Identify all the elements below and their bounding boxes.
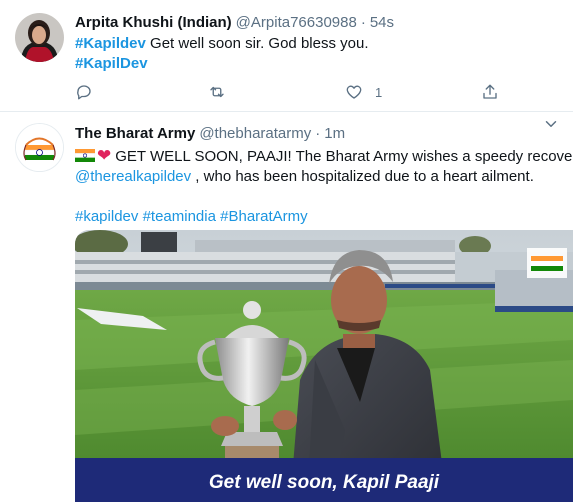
separator-dot: · — [315, 124, 321, 142]
hashtag-link[interactable]: #KapilDev — [75, 55, 148, 72]
tweet-header: Arpita Khushi (Indian) @Arpita76630988 ·… — [75, 12, 573, 32]
tweet-body: Get well soon sir. God bless you. — [145, 35, 369, 52]
author-name[interactable]: The Bharat Army — [75, 125, 195, 142]
reply-button[interactable] — [75, 80, 93, 104]
timestamp[interactable]: 1m — [324, 125, 345, 142]
author-handle[interactable]: @thebharatarmy — [199, 125, 311, 142]
timestamp[interactable]: 54s — [370, 14, 394, 31]
india-flag-icon — [75, 149, 95, 162]
tweet-hashtags: #kapildev #teamindia #BharatArmy — [75, 207, 573, 227]
tweet-body-rest: , who has been hospitalized due to a hea… — [191, 168, 534, 185]
tweet-text-line2: @therealkapildev , who has been hospital… — [75, 167, 573, 187]
avatar-arpita-image — [15, 13, 64, 62]
like-button[interactable]: 1 — [345, 80, 382, 104]
hashtag-link[interactable]: #kapildev — [75, 208, 138, 225]
like-count: 1 — [375, 84, 383, 100]
hashtag-link[interactable]: #teamindia — [143, 208, 216, 225]
author-name[interactable]: Arpita Khushi (Indian) — [75, 14, 232, 31]
tweet-actions: 1 — [75, 80, 515, 104]
avatar-bharat-army[interactable] — [15, 123, 64, 172]
tweet-arpita[interactable]: Arpita Khushi (Indian) @Arpita76630988 ·… — [0, 0, 573, 112]
bharat-army-logo — [16, 124, 63, 171]
red-heart-icon: ❤ — [97, 146, 112, 165]
avatar-arpita[interactable] — [15, 13, 64, 62]
hashtag-link[interactable]: #BharatArmy — [220, 208, 308, 225]
tweet-bharat-army[interactable]: The Bharat Army @thebharatarmy · 1m ❤ GET… — [0, 113, 573, 502]
author-handle[interactable]: @Arpita76630988 — [236, 14, 357, 31]
reply-icon — [77, 85, 91, 100]
media-caption-bar: Get well soon, Kapil Paaji — [75, 458, 573, 502]
retweet-icon — [210, 86, 224, 98]
tweet-text-line2: #KapilDev — [75, 54, 573, 74]
hashtag-link[interactable]: #Kapildev — [75, 35, 146, 52]
tweet-content: Arpita Khushi (Indian) @Arpita76630988 ·… — [75, 12, 573, 74]
share-button[interactable] — [481, 80, 499, 104]
tweet-content: The Bharat Army @thebharatarmy · 1m ❤ GET… — [75, 123, 573, 227]
tweet-header: The Bharat Army @thebharatarmy · 1m — [75, 123, 573, 143]
separator-dot: · — [360, 13, 366, 31]
tweet-text-line1: ❤ GET WELL SOON, PAAJI! The Bharat Army w… — [75, 146, 573, 167]
tweet-body: GET WELL SOON, PAAJI! The Bharat Army wi… — [115, 148, 573, 165]
mention-link[interactable]: @therealkapildev — [75, 168, 191, 185]
media-caption: Get well soon, Kapil Paaji — [208, 472, 440, 493]
retweet-button[interactable] — [208, 80, 226, 104]
share-icon — [483, 84, 497, 99]
tweet-media-image[interactable]: Get well soon, Kapil Paaji — [75, 230, 573, 502]
like-icon — [346, 85, 362, 99]
tweet-text: #Kapildev Get well soon sir. God bless y… — [75, 34, 573, 54]
